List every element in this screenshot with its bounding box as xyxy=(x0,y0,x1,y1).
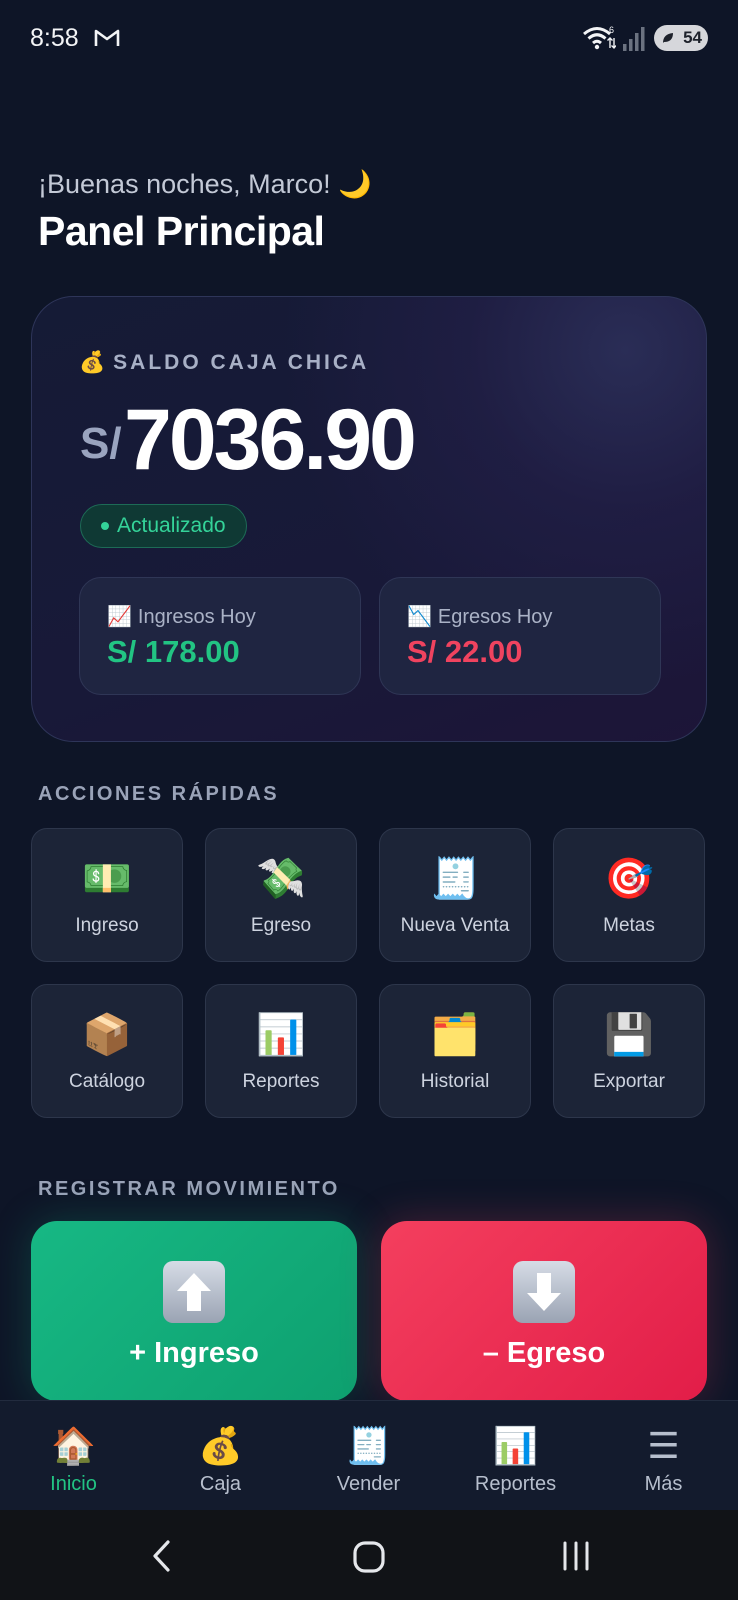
nav-label: Vender xyxy=(336,1473,401,1495)
status-time: 8:58 xyxy=(30,24,79,52)
bar-chart-icon: 📊 xyxy=(493,1425,538,1466)
wifi-icon: 6 xyxy=(583,25,616,50)
gmail-icon xyxy=(94,29,120,46)
action-nueva-venta-button[interactable]: 🧾 Nueva Venta xyxy=(379,828,531,962)
back-icon[interactable] xyxy=(150,1538,174,1574)
register-expense-button[interactable]: – Egreso xyxy=(381,1221,707,1401)
battery-icon: 54 xyxy=(654,25,708,51)
income-today-value: S/ 178.00 xyxy=(107,634,240,669)
chart-down-icon: 📉 xyxy=(407,606,432,628)
arrow-up-icon xyxy=(163,1261,225,1323)
status-badge: Actualizado xyxy=(80,504,247,548)
register-title: REGISTRAR MOVIMIENTO xyxy=(38,1178,340,1200)
greeting: ¡Buenas noches, Marco! 🌙 xyxy=(38,169,372,199)
register-income-label: + Ingreso xyxy=(129,1337,259,1369)
action-exportar-button[interactable]: 💾 Exportar xyxy=(553,984,705,1118)
action-reportes-button[interactable]: 📊 Reportes xyxy=(205,984,357,1118)
action-catalogo-button[interactable]: 📦 Catálogo xyxy=(31,984,183,1118)
nav-caja[interactable]: 💰 Caja xyxy=(147,1401,294,1511)
action-label: Exportar xyxy=(593,1071,665,1092)
target-icon: 🎯 xyxy=(604,857,654,901)
action-label: Historial xyxy=(420,1071,490,1092)
action-label: Ingreso xyxy=(75,915,139,936)
money-bag-icon: 💰 xyxy=(79,351,106,374)
nav-vender[interactable]: 🧾 Vender xyxy=(295,1401,442,1511)
nav-inicio[interactable]: 🏠 Inicio xyxy=(0,1401,147,1511)
banknote-icon: 💵 xyxy=(82,857,132,901)
nav-label: Reportes xyxy=(474,1473,557,1495)
money-bag-icon: 💰 xyxy=(198,1425,243,1466)
balance-amount: 7036.90 xyxy=(124,392,417,488)
page-title: Panel Principal xyxy=(38,208,325,254)
svg-text:6: 6 xyxy=(609,25,614,35)
status-dot-icon xyxy=(101,522,109,530)
balance-label: 💰 SALDO CAJA CHICA xyxy=(79,351,369,375)
income-today-label: 📈 Ingresos Hoy xyxy=(107,604,256,629)
nav-label: Inicio xyxy=(50,1473,97,1495)
expense-today-value: S/ 22.00 xyxy=(407,634,523,669)
system-nav-bar xyxy=(0,1510,738,1600)
receipt-icon: 🧾 xyxy=(430,857,480,901)
quick-actions-title: ACCIONES RÁPIDAS xyxy=(38,783,280,805)
bottom-nav: 🏠 Inicio 💰 Caja 🧾 Vender 📊 Reportes ☰ Má… xyxy=(0,1400,738,1511)
action-ingreso-button[interactable]: 💵 Ingreso xyxy=(31,828,183,962)
nav-mas[interactable]: ☰ Más xyxy=(590,1401,737,1511)
home-icon: 🏠 xyxy=(51,1425,96,1466)
recents-icon[interactable] xyxy=(560,1540,592,1572)
menu-icon: ☰ xyxy=(647,1425,680,1466)
home-button-icon[interactable] xyxy=(352,1540,386,1574)
signal-icon xyxy=(623,27,645,51)
status-text: Actualizado xyxy=(117,514,226,537)
register-income-button[interactable]: + Ingreso xyxy=(31,1221,357,1401)
chart-up-icon: 📈 xyxy=(107,606,132,628)
expense-today-card: 📉 Egresos Hoy S/ 22.00 xyxy=(379,577,661,695)
floppy-disk-icon: 💾 xyxy=(604,1013,654,1057)
action-label: Catálogo xyxy=(68,1071,146,1092)
status-bar: 8:58 6 54 xyxy=(0,0,738,80)
nav-reportes[interactable]: 📊 Reportes xyxy=(442,1401,589,1511)
leaf-icon xyxy=(663,33,673,43)
nav-label: Más xyxy=(644,1473,683,1495)
balance-card: 💰 SALDO CAJA CHICA S/ 7036.90 Actualizado… xyxy=(31,296,707,742)
action-egreso-button[interactable]: 💸 Egreso xyxy=(205,828,357,962)
bar-chart-icon: 📊 xyxy=(256,1013,306,1057)
package-icon: 📦 xyxy=(82,1013,132,1057)
arrow-down-icon xyxy=(513,1261,575,1323)
folder-icon: 🗂️ xyxy=(430,1013,480,1057)
balance-label-text: SALDO CAJA CHICA xyxy=(113,351,370,374)
register-expense-label: – Egreso xyxy=(482,1337,606,1369)
action-label: Nueva Venta xyxy=(400,915,510,936)
balance-currency: S/ xyxy=(80,419,122,468)
receipt-icon: 🧾 xyxy=(346,1425,391,1466)
action-label: Reportes xyxy=(242,1071,320,1092)
battery-level: 54 xyxy=(683,28,702,47)
expense-today-label: 📉 Egresos Hoy xyxy=(407,604,552,629)
expense-today-label-text: Egresos Hoy xyxy=(437,606,553,628)
income-today-label-text: Ingresos Hoy xyxy=(137,606,256,628)
money-wings-icon: 💸 xyxy=(256,857,306,901)
action-historial-button[interactable]: 🗂️ Historial xyxy=(379,984,531,1118)
action-label: Metas xyxy=(603,915,655,936)
action-metas-button[interactable]: 🎯 Metas xyxy=(553,828,705,962)
action-label: Egreso xyxy=(250,915,312,936)
nav-label: Caja xyxy=(199,1473,242,1495)
income-today-card: 📈 Ingresos Hoy S/ 178.00 xyxy=(79,577,361,695)
